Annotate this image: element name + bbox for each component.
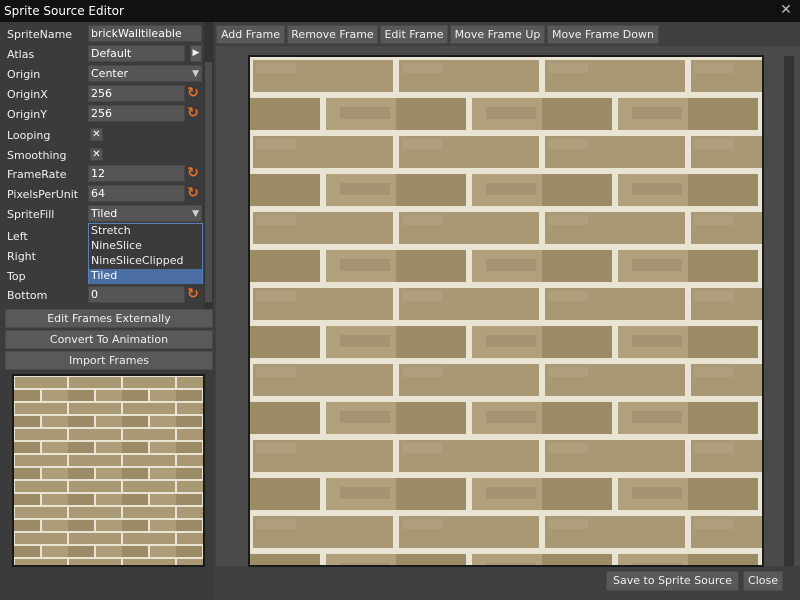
origin-value: Center: [91, 67, 129, 80]
prop-looping: Looping ✕: [0, 125, 214, 145]
bottom-input[interactable]: 0: [88, 286, 185, 303]
prop-origin-y: OriginY 256 ↻: [0, 104, 214, 124]
sprite-thumbnail: [12, 374, 205, 567]
prop-sprite-fill: SpriteFill Tiled ▼: [0, 204, 214, 224]
origin-x-input[interactable]: 256: [88, 85, 185, 102]
close-button[interactable]: Close: [743, 571, 783, 591]
sprite-fill-label: SpriteFill: [7, 208, 55, 221]
add-frame-button[interactable]: Add Frame: [216, 25, 285, 44]
dropdown-option-tiled[interactable]: Tiled: [89, 269, 202, 284]
canvas-scrollbar[interactable]: [784, 56, 794, 566]
origin-x-label: OriginX: [7, 88, 48, 101]
looping-label: Looping: [7, 129, 51, 142]
save-to-sprite-source-button[interactable]: Save to Sprite Source: [606, 571, 739, 591]
pixels-per-unit-input[interactable]: 64: [88, 185, 185, 202]
move-frame-up-button[interactable]: Move Frame Up: [450, 25, 545, 44]
import-frames-button[interactable]: Import Frames: [5, 351, 213, 370]
right-label: Right: [7, 250, 36, 263]
brick-wall-image: [250, 57, 762, 565]
prop-origin: Origin Center ▼: [0, 64, 214, 84]
sprite-preview-large: [248, 55, 764, 567]
sprite-fill-select[interactable]: Tiled ▼: [88, 205, 202, 222]
dropdown-option-nineslice[interactable]: NineSlice: [89, 239, 202, 254]
edit-frame-button[interactable]: Edit Frame: [380, 25, 448, 44]
dropdown-option-nineslice-clipped[interactable]: NineSliceClipped: [89, 254, 202, 269]
convert-to-animation-button[interactable]: Convert To Animation: [5, 330, 213, 349]
pixels-per-unit-label: PixelsPerUnit: [7, 188, 79, 201]
prop-pixels-per-unit: PixelsPerUnit 64 ↻: [0, 184, 214, 204]
prop-atlas: Atlas Default ▶: [0, 44, 214, 64]
reset-icon[interactable]: ↻: [186, 166, 200, 180]
sprite-name-label: SpriteName: [7, 28, 73, 41]
prop-sprite-name: SpriteName brickWalltileable: [0, 24, 214, 44]
atlas-label: Atlas: [7, 48, 35, 61]
looping-checkbox[interactable]: ✕: [90, 128, 103, 141]
window-title: Sprite Source Editor: [4, 4, 124, 18]
chevron-down-icon: ▼: [192, 209, 199, 219]
edit-frames-externally-button[interactable]: Edit Frames Externally: [5, 309, 213, 328]
prop-bottom: Bottom 0 ↻: [0, 285, 214, 305]
origin-y-input[interactable]: 256: [88, 105, 185, 122]
origin-select[interactable]: Center ▼: [88, 65, 202, 82]
prop-smoothing: Smoothing ✕: [0, 145, 214, 165]
chevron-down-icon: ▼: [192, 69, 199, 79]
sprite-name-input[interactable]: brickWalltileable: [88, 25, 202, 42]
bottom-label: Bottom: [7, 289, 48, 302]
origin-y-label: OriginY: [7, 108, 47, 121]
reset-icon[interactable]: ↻: [186, 86, 200, 100]
atlas-field[interactable]: Default: [88, 45, 185, 62]
brick-thumbnail-image: [14, 376, 203, 565]
remove-frame-button[interactable]: Remove Frame: [287, 25, 378, 44]
close-icon[interactable]: ✕: [778, 2, 794, 18]
reset-icon[interactable]: ↻: [186, 287, 200, 301]
top-label: Top: [7, 270, 26, 283]
reset-icon[interactable]: ↻: [186, 186, 200, 200]
left-label: Left: [7, 230, 28, 243]
atlas-browse-button[interactable]: ▶: [190, 45, 202, 62]
dropdown-option-stretch[interactable]: Stretch: [89, 224, 202, 239]
origin-label: Origin: [7, 68, 41, 81]
sprite-fill-dropdown-list: Stretch NineSlice NineSliceClipped Tiled: [88, 223, 203, 284]
smoothing-label: Smoothing: [7, 149, 67, 162]
smoothing-checkbox[interactable]: ✕: [90, 148, 103, 161]
frame-rate-input[interactable]: 12: [88, 165, 185, 182]
reset-icon[interactable]: ↻: [186, 106, 200, 120]
frame-rate-label: FrameRate: [7, 168, 67, 181]
properties-scrollbar-thumb[interactable]: [205, 62, 212, 302]
sprite-fill-value: Tiled: [91, 207, 118, 220]
prop-frame-rate: FrameRate 12 ↻: [0, 164, 214, 184]
title-bar: Sprite Source Editor ✕: [0, 0, 800, 22]
prop-origin-x: OriginX 256 ↻: [0, 84, 214, 104]
move-frame-down-button[interactable]: Move Frame Down: [547, 25, 659, 44]
